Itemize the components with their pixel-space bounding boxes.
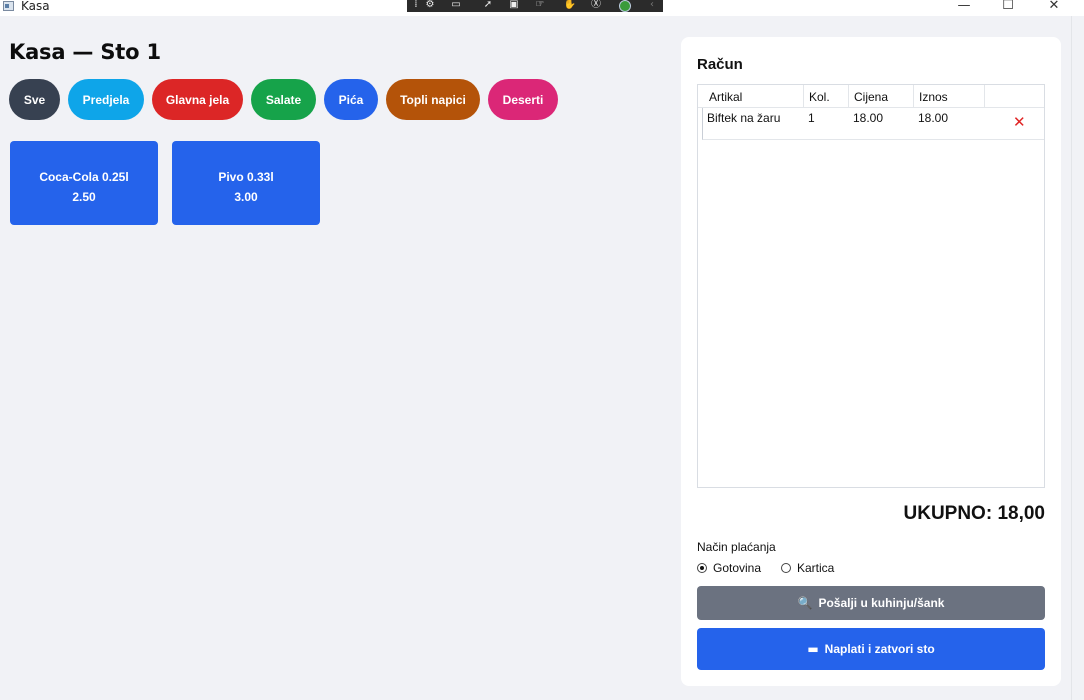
send-to-kitchen-button[interactable]: 🔍 Pošalji u kuhinju/šank — [697, 586, 1045, 620]
product-price: 3.00 — [234, 190, 258, 204]
table-row[interactable]: Biftek na žaru 1 18.00 18.00 ✕ — [702, 108, 1044, 140]
collapse-icon[interactable]: ‹ — [645, 0, 659, 11]
send-button-label: Pošalji u kuhinju/šank — [818, 596, 945, 610]
window-titlebar: Kasa ⁞ ⚙ ▭ ➚ ▣ ☞ ✋ Ⓧ ‹ — ☐ ✕ — [0, 0, 1084, 16]
delete-row-button[interactable]: ✕ — [1013, 115, 1026, 130]
product-tile-coca-cola[interactable]: Coca-Cola 0.25l 2.50 — [10, 141, 158, 225]
cursor-icon[interactable]: ➚ — [481, 0, 495, 11]
bill-total: UKUPNO: 18,00 — [903, 503, 1046, 524]
hand-icon[interactable]: ✋ — [563, 0, 577, 11]
cell-amount: 18.00 — [918, 111, 949, 125]
column-header-cijena[interactable]: Cijena — [849, 85, 914, 107]
check-icon[interactable] — [619, 0, 631, 12]
radio-label: Kartica — [797, 561, 835, 575]
category-predjela-button[interactable]: Predjela — [68, 79, 144, 120]
product-name: Pivo 0.33l — [218, 170, 274, 184]
window-capture-icon[interactable]: ▣ — [507, 0, 521, 11]
product-tile-pivo[interactable]: Pivo 0.33l 3.00 — [172, 141, 320, 225]
category-sve-button[interactable]: Sve — [9, 79, 60, 120]
payment-method-label: Način plaćanja — [697, 540, 776, 554]
maximize-button[interactable]: ☐ — [994, 0, 1022, 14]
search-bell-icon: 🔍 — [797, 596, 813, 610]
page-title: Kasa — Sto 1 — [9, 40, 161, 64]
app-icon — [3, 1, 14, 11]
product-name: Coca-Cola 0.25l — [39, 170, 129, 184]
settings-icon[interactable]: ⚙ — [423, 0, 437, 11]
bill-panel: Račun Artikal Kol. Cijena Iznos Biftek n… — [681, 37, 1061, 686]
grip-icon: ⁞ — [414, 0, 418, 10]
category-salate-button[interactable]: Salate — [251, 79, 316, 120]
capture-toolbar: ⁞ ⚙ ▭ ➚ ▣ ☞ ✋ Ⓧ ‹ — [407, 0, 663, 12]
column-header-kol[interactable]: Kol. — [804, 85, 849, 107]
payment-option-kartica[interactable]: Kartica — [781, 560, 834, 576]
column-header-actions — [985, 85, 1044, 107]
accessibility-icon[interactable]: Ⓧ — [589, 0, 603, 11]
category-glavna-jela-button[interactable]: Glavna jela — [152, 79, 243, 120]
card-icon: ▬ — [807, 642, 819, 656]
radio-unselected[interactable] — [781, 563, 791, 573]
column-header-artikal[interactable]: Artikal — [704, 85, 804, 107]
column-header-iznos[interactable]: Iznos — [914, 85, 985, 107]
window-right-edge — [1071, 16, 1084, 700]
minimize-button[interactable]: — — [950, 0, 978, 14]
video-icon[interactable]: ▭ — [449, 0, 463, 11]
category-topli-napici-button[interactable]: Topli napici — [386, 79, 480, 120]
cell-price: 18.00 — [853, 111, 884, 125]
bill-grid-header: Artikal Kol. Cijena Iznos — [698, 85, 1044, 108]
pay-and-close-button[interactable]: ▬ Naplati i zatvori sto — [697, 628, 1045, 670]
cell-qty: 1 — [808, 111, 815, 125]
category-pica-button[interactable]: Pića — [324, 79, 378, 120]
bill-grid[interactable]: Artikal Kol. Cijena Iznos Biftek na žaru… — [697, 84, 1045, 488]
radio-label: Gotovina — [713, 561, 762, 575]
close-window-button[interactable]: ✕ — [1040, 0, 1068, 14]
radio-selected[interactable] — [697, 563, 707, 573]
pointer-icon[interactable]: ☞ — [533, 0, 547, 11]
payment-option-gotovina[interactable]: Gotovina — [697, 560, 761, 576]
pay-button-label: Naplati i zatvori sto — [824, 642, 935, 656]
product-price: 2.50 — [72, 190, 96, 204]
category-deserti-button[interactable]: Deserti — [488, 79, 558, 120]
cell-item: Biftek na žaru — [707, 111, 781, 125]
window-title: Kasa — [21, 0, 50, 13]
close-icon: ✕ — [1013, 113, 1026, 131]
bill-title: Račun — [697, 56, 743, 73]
